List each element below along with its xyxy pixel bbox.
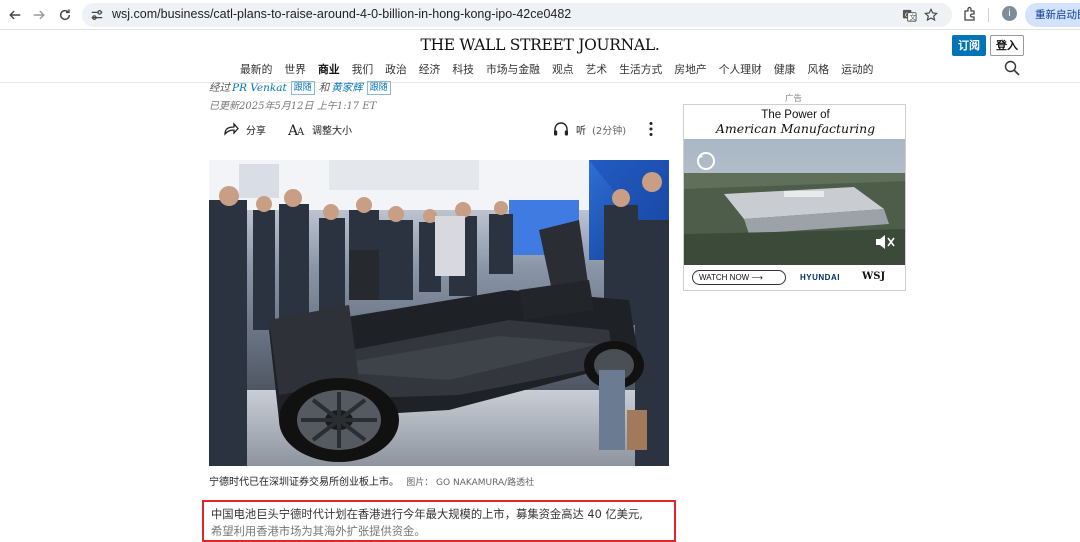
share-icon <box>224 122 239 136</box>
author-link-1[interactable]: PR Venkat <box>232 82 287 94</box>
nav-item[interactable]: 生活方式 <box>619 61 662 77</box>
nav-item[interactable]: 个人理财 <box>719 61 762 77</box>
reload-button[interactable] <box>54 4 76 26</box>
header-divider <box>0 82 1080 83</box>
article-toolbar: 分享 AA 调整大小 听 (2分钟) <box>222 120 662 140</box>
lede-line-2: 希望利用香港市场为其海外扩张提供资金。 <box>211 525 426 538</box>
nav-item[interactable]: 世界 <box>284 61 306 77</box>
photo-credit: 图片： GO NAKAMURA/路透社 <box>406 478 535 488</box>
byline-prefix: 经过 <box>209 82 230 94</box>
masthead: THE WALL STREET JOURNAL. <box>0 30 1080 54</box>
subscribe-button[interactable]: 订阅 <box>952 35 986 56</box>
extensions-icon[interactable] <box>962 6 978 22</box>
main-nav: 最新的 世界 商业 我们 政治 经济 科技 市场与金融 观点 艺术 生活方式 房地产 个人理财 健康 风格运… <box>0 61 1080 79</box>
article-lede-highlighted: 中国电池巨头宁德时代计划在香港进行今年最大规模的上市，募集资金高达 40 亿美元… <box>202 500 676 542</box>
ad-label: 广告 <box>785 94 803 104</box>
reload-icon <box>59 9 71 21</box>
login-button[interactable]: 登入 <box>990 35 1024 56</box>
ev-chassis-photo <box>209 160 669 466</box>
arrow-left-icon <box>9 10 21 20</box>
share-button[interactable]: 分享 <box>222 120 266 138</box>
resize-label: 调整大小 <box>312 125 352 137</box>
bookmark-star-icon[interactable] <box>922 7 940 23</box>
restart-update-button[interactable]: 重新启动即 <box>1025 3 1080 27</box>
ad-footer: WATCH NOW ⟶ HYUNDAI WSJ <box>684 265 905 290</box>
follow-author-2-button[interactable]: 跟随 <box>366 80 391 95</box>
lede-line-1: 中国电池巨头宁德时代计划在香港进行今年最大规模的上市，募集资金高达 40 亿美元… <box>211 508 643 521</box>
nav-item[interactable]: 我们 <box>352 61 374 77</box>
arrow-right-icon <box>33 10 45 20</box>
ad-title-line-2: American Manufacturing <box>715 121 876 136</box>
nav-item[interactable]: 健康 <box>774 61 796 77</box>
byline: 经过 PR Venkat 跟随 和 黄家辉 跟随 <box>209 80 393 95</box>
nav-item[interactable]: 市场与金融 <box>486 61 540 77</box>
toolbar-divider <box>988 8 989 22</box>
headphones-icon <box>554 122 568 136</box>
nav-item[interactable]: 运动的 <box>841 61 873 77</box>
wsj-partner-logo: WSJ <box>862 271 886 282</box>
profile-avatar[interactable]: i <box>1002 6 1017 21</box>
nav-item[interactable]: 艺术 <box>586 61 608 77</box>
nav-item[interactable]: 科技 <box>452 61 474 77</box>
ad-title-line-1: The Power of <box>761 109 830 121</box>
share-label: 分享 <box>246 125 266 137</box>
listen-label: 听 <box>576 125 586 137</box>
address-bar[interactable]: wsj.com/business/catl-plans-to-raise-aro… <box>82 3 952 27</box>
nav-item[interactable]: 房地产 <box>674 61 706 77</box>
svg-text:文: 文 <box>909 12 916 21</box>
photo-caption: 宁德时代已在深圳证券交易所创业板上市。 图片： GO NAKAMURA/路透社 <box>209 473 534 488</box>
site-settings-icon[interactable] <box>90 8 104 22</box>
factory-aerial-video[interactable] <box>684 139 906 265</box>
main-nav-list: 最新的 世界 商业 我们 政治 经济 科技 市场与金融 观点 艺术 生活方式 房地产 个人理财 健康 风格运… <box>240 61 873 77</box>
browser-toolbar: wsj.com/business/catl-plans-to-raise-aro… <box>0 0 1080 30</box>
follow-author-1-button[interactable]: 跟随 <box>290 80 315 95</box>
text-size-icon: AA <box>288 123 305 138</box>
svg-text:A: A <box>296 127 305 138</box>
nav-item[interactable]: 经济 <box>419 61 441 77</box>
hyundai-logo: HYUNDAI <box>800 273 840 282</box>
resize-text-button[interactable]: AA 调整大小 <box>288 120 352 138</box>
nav-item[interactable]: 最新的 <box>240 61 272 77</box>
url-text[interactable]: wsj.com/business/catl-plans-to-raise-aro… <box>112 7 571 21</box>
hero-photo[interactable] <box>209 160 669 466</box>
hyundai-ad[interactable]: The Power of American Manufacturing WATC… <box>683 104 906 291</box>
search-icon[interactable] <box>1004 60 1020 76</box>
more-vertical-icon <box>649 122 653 136</box>
nav-item[interactable]: 观点 <box>552 61 574 77</box>
listen-button[interactable]: 听 (2分钟) <box>552 120 626 138</box>
nav-item[interactable]: 风格 <box>807 61 829 77</box>
listen-duration: (2分钟) <box>592 125 627 137</box>
updated-timestamp: 已更新2025年5月12日 上午1:17 ET <box>209 101 377 112</box>
forward-button[interactable] <box>28 4 50 26</box>
nav-item[interactable]: 政治 <box>385 61 407 77</box>
caption-text: 宁德时代已在深圳证券交易所创业板上市。 <box>209 477 399 488</box>
nav-item[interactable]: 商业 <box>318 61 340 77</box>
byline-and: 和 <box>318 82 330 94</box>
back-button[interactable] <box>4 4 26 26</box>
author-link-2[interactable]: 黄家辉 <box>331 80 363 95</box>
more-options-button[interactable] <box>642 120 660 138</box>
translate-icon[interactable]: G文 <box>900 7 918 23</box>
watch-now-button[interactable]: WATCH NOW ⟶ <box>692 270 786 285</box>
wsj-logo[interactable]: THE WALL STREET JOURNAL. <box>421 36 660 54</box>
